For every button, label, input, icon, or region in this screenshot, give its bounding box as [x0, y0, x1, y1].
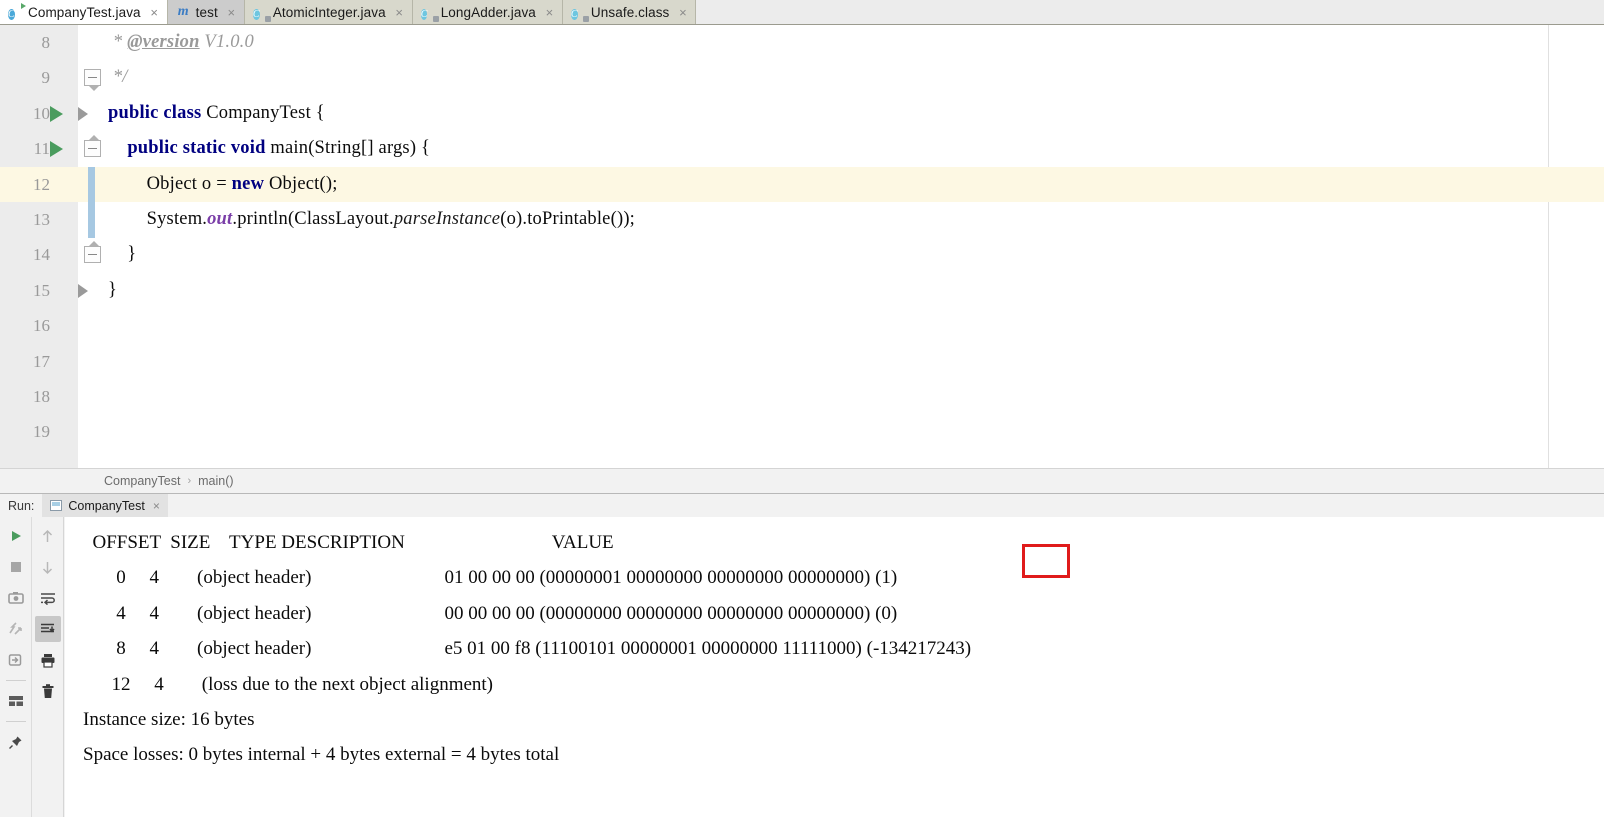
- print-button[interactable]: [35, 647, 61, 673]
- run-tab-companytest[interactable]: CompanyTest ×: [42, 494, 168, 517]
- restore-layout-button[interactable]: [3, 647, 29, 673]
- stop-button[interactable]: [3, 554, 29, 580]
- down-button[interactable]: [35, 554, 61, 580]
- code-text: Object o = new Object();: [108, 173, 338, 194]
- line-number: 8: [41, 33, 51, 52]
- console-output[interactable]: OFFSET SIZE TYPE DESCRIPTION VALUE 0 4 (…: [65, 517, 1604, 817]
- run-gutter-icon[interactable]: [50, 105, 63, 122]
- code-text: public class CompanyTest {: [108, 102, 325, 123]
- fold-collapse-icon[interactable]: [84, 69, 101, 92]
- code-editor[interactable]: 8 * @version V1.0.0 9 */ 10 public class Co…: [0, 25, 1604, 468]
- line-number: 10: [33, 103, 50, 123]
- line-number: 15: [33, 280, 50, 300]
- scroll-to-end-button[interactable]: [34, 616, 61, 642]
- run-gutter-icon[interactable]: [50, 141, 63, 158]
- editor-tab-label: AtomicInteger.java: [272, 4, 386, 20]
- breadcrumb-item-method[interactable]: main(): [198, 474, 233, 488]
- editor-tab-label: test: [195, 4, 218, 20]
- editor-tab-longadder[interactable]: C LongAdder.java ×: [412, 0, 563, 24]
- console-line: 0 4 (object header) 01 00 00 00 (0000000…: [83, 567, 898, 589]
- line-number: 17: [33, 351, 50, 371]
- close-icon[interactable]: ×: [226, 5, 237, 20]
- code-text: }: [108, 279, 118, 300]
- line-number: 11: [33, 139, 50, 159]
- code-text: */: [108, 67, 128, 88]
- run-tab-label: CompanyTest: [68, 498, 145, 513]
- line-number: 16: [33, 316, 50, 336]
- java-class-library-icon: C: [420, 5, 439, 22]
- java-class-library-icon: C: [252, 5, 271, 22]
- pin-tab-button[interactable]: [3, 729, 29, 755]
- clear-all-button[interactable]: [35, 678, 61, 704]
- close-icon[interactable]: ×: [149, 5, 160, 20]
- editor-tab-label: LongAdder.java: [440, 4, 536, 20]
- toolbar-divider: [5, 680, 26, 681]
- editor-tab-bar: C CompanyTest.java × m test × C AtomicIn…: [0, 0, 1604, 25]
- close-icon[interactable]: ×: [153, 499, 160, 513]
- console-line: Space losses: 0 bytes internal + 4 bytes…: [83, 744, 560, 766]
- code-text: }: [108, 244, 137, 265]
- editor-tab-atomicinteger[interactable]: C AtomicInteger.java ×: [244, 0, 413, 24]
- java-class-runnable-icon: C: [8, 2, 26, 20]
- editor-line[interactable]: [0, 237, 1604, 272]
- close-icon[interactable]: ×: [544, 5, 555, 20]
- run-tab-row: Run: CompanyTest ×: [0, 494, 1604, 517]
- line-number: 13: [33, 210, 50, 229]
- editor-line[interactable]: [0, 308, 1604, 343]
- console-line: 4 4 (object header) 00 00 00 00 (0000000…: [83, 602, 898, 624]
- line-number: 12: [33, 174, 50, 194]
- editor-tab-label: Unsafe.class: [590, 4, 670, 20]
- breadcrumb-item-class[interactable]: CompanyTest: [104, 474, 180, 488]
- console-icon: [50, 500, 63, 511]
- screenshot-button[interactable]: [3, 585, 29, 611]
- editor-line[interactable]: [0, 344, 1604, 379]
- breadcrumb: CompanyTest › main(): [0, 468, 1604, 494]
- run-window-label: Run:: [8, 498, 35, 513]
- dump-threads-button[interactable]: [3, 616, 29, 642]
- java-class-library-icon: C: [570, 5, 589, 22]
- close-icon[interactable]: ×: [677, 5, 688, 20]
- editor-line[interactable]: [0, 414, 1604, 449]
- line-number: 14: [33, 245, 50, 265]
- close-icon[interactable]: ×: [394, 5, 405, 20]
- console-line: 8 4 (object header) e5 01 00 f8 (1110010…: [83, 638, 972, 660]
- line-number: 9: [41, 68, 51, 88]
- editor-tab-test[interactable]: m test ×: [167, 0, 245, 24]
- console-line: Instance size: 16 bytes: [83, 708, 255, 730]
- editor-tab-unsafe[interactable]: C Unsafe.class ×: [562, 0, 697, 24]
- fold-expand-icon[interactable]: [78, 106, 88, 121]
- vcs-change-marker[interactable]: [88, 167, 95, 238]
- run-toolbar-right-column: [31, 517, 63, 817]
- editor-tab-label: CompanyTest.java: [28, 4, 141, 20]
- console-line: OFFSET SIZE TYPE DESCRIPTION VALUE: [83, 532, 614, 553]
- layout-button[interactable]: [3, 688, 29, 714]
- rerun-button[interactable]: [3, 523, 29, 549]
- chevron-right-icon: ›: [187, 475, 192, 487]
- idea-window: C CompanyTest.java × m test × C AtomicIn…: [0, 0, 1604, 817]
- toolbar-divider: [5, 721, 26, 722]
- up-button[interactable]: [35, 523, 61, 549]
- console-text: OFFSET SIZE TYPE DESCRIPTION VALUE 0 4 (…: [65, 525, 1604, 773]
- line-number: 18: [33, 387, 50, 406]
- run-toolbar: [0, 517, 64, 817]
- maven-module-icon: m: [177, 4, 189, 19]
- editor-line[interactable]: [0, 273, 1604, 308]
- code-text: System.out.println(ClassLayout.parseInst…: [108, 209, 636, 229]
- soft-wrap-button[interactable]: [35, 585, 61, 611]
- tab-bar-empty-area: [696, 0, 1604, 24]
- editor-line[interactable]: [0, 60, 1604, 95]
- editor-line[interactable]: [0, 379, 1604, 414]
- run-toolbar-left-column: [0, 517, 31, 817]
- code-text: * @version V1.0.0: [108, 32, 254, 52]
- editor-tab-companytest[interactable]: C CompanyTest.java ×: [0, 0, 168, 24]
- fold-expand-icon[interactable]: [78, 283, 88, 298]
- fold-collapse-icon[interactable]: [84, 135, 101, 158]
- code-text: public static void main(String[] args) {: [127, 138, 431, 159]
- line-number: 19: [33, 422, 50, 442]
- fold-collapse-icon[interactable]: [84, 241, 101, 264]
- run-tool-window: Run: CompanyTest × OFFSET SIZE TYPE DESC…: [0, 494, 1604, 817]
- console-line: 12 4 (loss due to the next object alignm…: [83, 673, 494, 695]
